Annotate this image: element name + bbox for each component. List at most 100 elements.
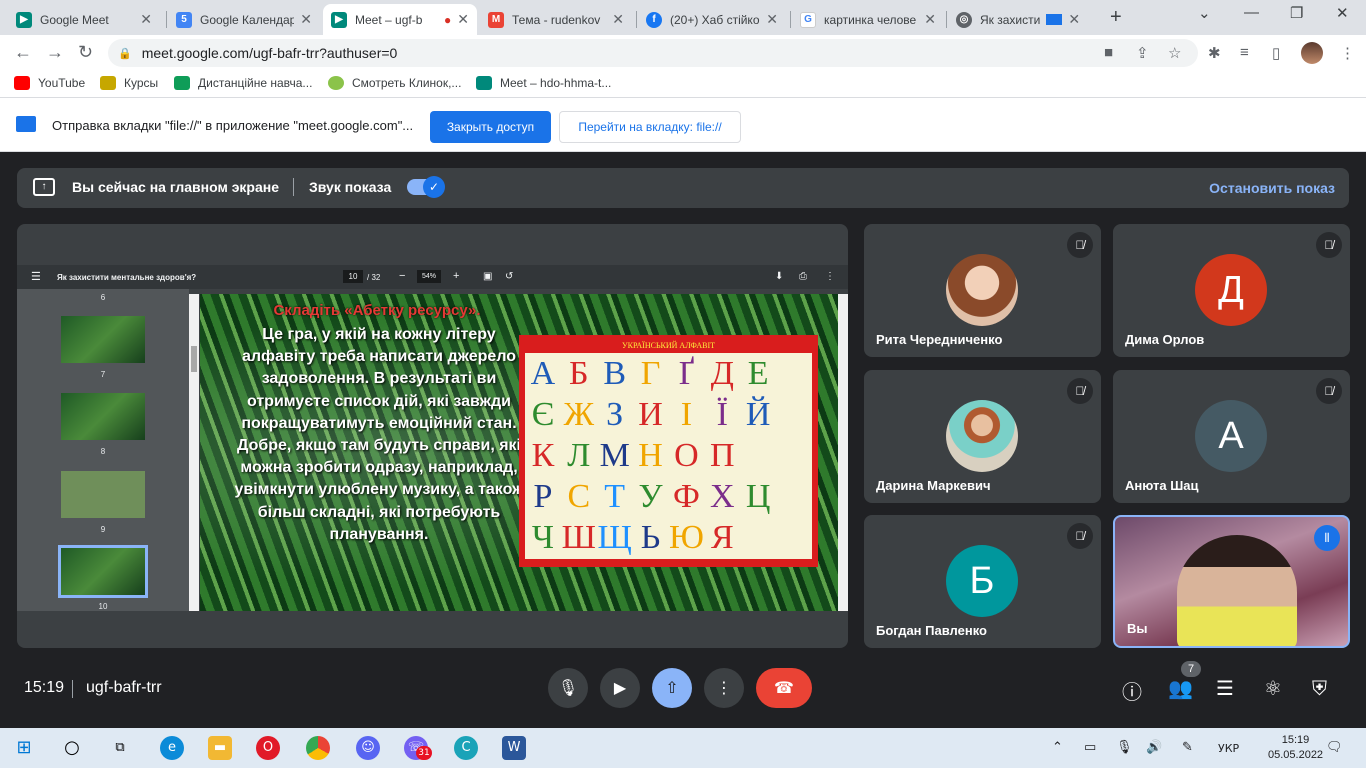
meet-favicon: ▶ [16, 11, 32, 28]
bookmark-kursy[interactable]: Курсы [100, 76, 158, 90]
tab-gmail[interactable]: M Тема - rudenkov ✕ [480, 4, 632, 35]
bookmark-distance-learning[interactable]: Дистанційне навча... [174, 76, 312, 90]
page-thumbnail[interactable] [61, 471, 145, 518]
thumbnails-scrollbar[interactable] [189, 294, 199, 611]
participant-tile[interactable]: А 🎙̸ Анюта Шац [1113, 370, 1350, 503]
ccleaner-icon[interactable]: C [454, 736, 478, 760]
stop-presenting-link[interactable]: Остановить показ [1209, 180, 1335, 196]
share-icon[interactable]: ⇪ [1136, 44, 1149, 62]
maximize-button[interactable]: ❐ [1290, 4, 1303, 22]
camera-blocked-icon[interactable]: ■ [1104, 44, 1113, 61]
people-icon[interactable]: 👥 [1168, 676, 1193, 700]
close-tab-icon[interactable]: ✕ [457, 11, 469, 28]
chrome-icon[interactable] [306, 736, 330, 760]
mic-tray-icon[interactable]: 🎙 [1116, 740, 1133, 755]
back-icon[interactable]: ← [14, 42, 32, 63]
tab-pdf-file[interactable]: ◎ Як захисти ✕ [948, 4, 1100, 35]
activities-icon[interactable]: ⚛ [1264, 676, 1282, 700]
word-icon[interactable]: W [502, 736, 526, 760]
page-thumbnail[interactable] [61, 316, 145, 363]
task-view-icon[interactable]: ⧉ [108, 736, 132, 760]
system-clock[interactable]: 15:19 05.05.2022 [1268, 733, 1323, 763]
camera-button[interactable]: ▶ [600, 668, 640, 708]
close-tab-icon[interactable]: ✕ [924, 11, 936, 28]
download-icon[interactable]: ⬇ [775, 271, 783, 282]
tab-meet-active[interactable]: ▶ Meet – ugf-b ● ✕ [323, 4, 477, 35]
search-icon[interactable]: ○ [60, 736, 84, 760]
switch-to-tab-button[interactable]: Перейти на вкладку: file:// [559, 111, 741, 143]
stop-sharing-button[interactable]: Закрыть доступ [430, 111, 551, 143]
close-window-button[interactable]: ✕ [1336, 4, 1349, 22]
windows-start-icon[interactable]: ⊞ [12, 736, 36, 760]
discord-icon[interactable]: ☺ [356, 736, 380, 760]
page-thumbnail-active[interactable] [58, 545, 148, 598]
volume-icon[interactable]: 🔊 [1146, 740, 1162, 755]
tab-facebook[interactable]: f (20+) Хаб стійкос ✕ [638, 4, 786, 35]
slide-scrollbar[interactable] [838, 294, 848, 611]
opera-icon[interactable]: O [256, 736, 280, 760]
media-control-icon[interactable]: ≡ [1240, 44, 1249, 61]
page-number-input[interactable]: 10 [343, 270, 363, 283]
bookmark-youtube[interactable]: YouTube [14, 76, 85, 90]
close-tab-icon[interactable]: ✕ [1068, 11, 1080, 28]
tab-google-meet[interactable]: ▶ Google Meet ✕ [8, 4, 160, 35]
chat-icon[interactable]: ☰ [1216, 676, 1234, 700]
participant-tile[interactable]: 🎙̸ Рита Чередниченко [864, 224, 1101, 357]
pdf-menu-icon[interactable]: ☰ [31, 270, 41, 283]
zoom-out-icon[interactable]: − [399, 270, 405, 282]
zoom-input[interactable]: 54% [417, 270, 441, 283]
tab-google-calendar[interactable]: 5 Google Календар ✕ [168, 4, 320, 35]
close-tab-icon[interactable]: ✕ [612, 11, 624, 28]
share-sound-toggle[interactable]: ✓ [407, 176, 445, 198]
print-icon[interactable]: ⎙ [799, 271, 807, 282]
close-tab-icon[interactable]: ✕ [300, 11, 312, 28]
participant-tile[interactable]: Б 🎙̸ Богдан Павленко [864, 515, 1101, 648]
bookmark-klinok[interactable]: Смотреть Клинок,... [328, 76, 461, 90]
pen-icon[interactable]: ✎ [1182, 740, 1193, 755]
tab-search-icon[interactable]: ⌄ [1198, 4, 1211, 22]
check-icon: ✓ [423, 176, 445, 198]
meeting-details-icon[interactable]: ⓘ [1122, 676, 1142, 705]
battery-icon[interactable]: ▭ [1084, 740, 1096, 755]
profile-avatar[interactable] [1301, 42, 1323, 64]
present-screen-button[interactable]: ⇧ [652, 668, 692, 708]
mic-off-icon: 🎙̸ [1316, 232, 1342, 258]
tab-google-search[interactable]: G картинка челове ✕ [792, 4, 944, 35]
alphabet-letter: Я [710, 519, 734, 557]
alphabet-title: УКРАЇНСЬКИЙ АЛФАВІТ [621, 341, 716, 350]
bookmark-meet[interactable]: Meet – hdo-hhma-t... [476, 76, 611, 90]
close-tab-icon[interactable]: ✕ [140, 11, 152, 28]
minimize-button[interactable]: — [1244, 4, 1259, 21]
fit-page-icon[interactable]: ▣ [483, 271, 492, 282]
tray-expand-icon[interactable]: ⌃ [1052, 740, 1063, 755]
zoom-in-icon[interactable]: + [453, 270, 459, 282]
address-bar[interactable]: 🔒 meet.google.com/ugf-bafr-trr?authuser=… [108, 39, 1198, 67]
extensions-icon[interactable]: ✱ [1208, 44, 1221, 62]
notifications-icon[interactable]: 🗨 [1326, 740, 1343, 755]
reload-icon[interactable]: ↻ [78, 42, 93, 63]
alphabet-letter: Н [638, 436, 663, 474]
self-video-tile[interactable]: ⦀ Вы [1113, 515, 1350, 648]
side-panel-icon[interactable]: ▯ [1272, 44, 1280, 62]
pdf-title: Як захистити ментальне здоров'я? [57, 273, 197, 282]
participant-tile[interactable]: Д 🎙̸ Дима Орлов [1113, 224, 1350, 357]
more-options-icon[interactable]: ⋮ [825, 271, 835, 282]
rotate-icon[interactable]: ↺ [505, 271, 513, 282]
language-indicator[interactable]: УКР [1218, 742, 1239, 755]
lock-icon[interactable]: 🔒 [118, 47, 132, 60]
alphabet-letter: Й [745, 395, 771, 433]
bookmark-star-icon[interactable]: ☆ [1168, 44, 1181, 62]
microphone-button[interactable]: 🎙 [548, 668, 588, 708]
menu-kebab-icon[interactable]: ⋮ [1340, 44, 1355, 62]
edge-icon[interactable]: e [160, 736, 184, 760]
more-options-button[interactable]: ⋮ [704, 668, 744, 708]
new-tab-button[interactable]: + [1110, 6, 1122, 29]
page-thumbnail[interactable] [61, 393, 145, 440]
close-tab-icon[interactable]: ✕ [766, 11, 778, 28]
leave-call-button[interactable]: ☎ [756, 668, 812, 708]
host-controls-icon[interactable]: ⛨ [1312, 676, 1327, 700]
participant-tile[interactable]: 🎙̸ Дарина Маркевич [864, 370, 1101, 503]
file-explorer-icon[interactable]: ▬ [208, 736, 232, 760]
slide-body: Це гра, у якій на кожну літеру алфавіту … [234, 326, 524, 543]
forward-icon[interactable]: → [46, 42, 64, 63]
